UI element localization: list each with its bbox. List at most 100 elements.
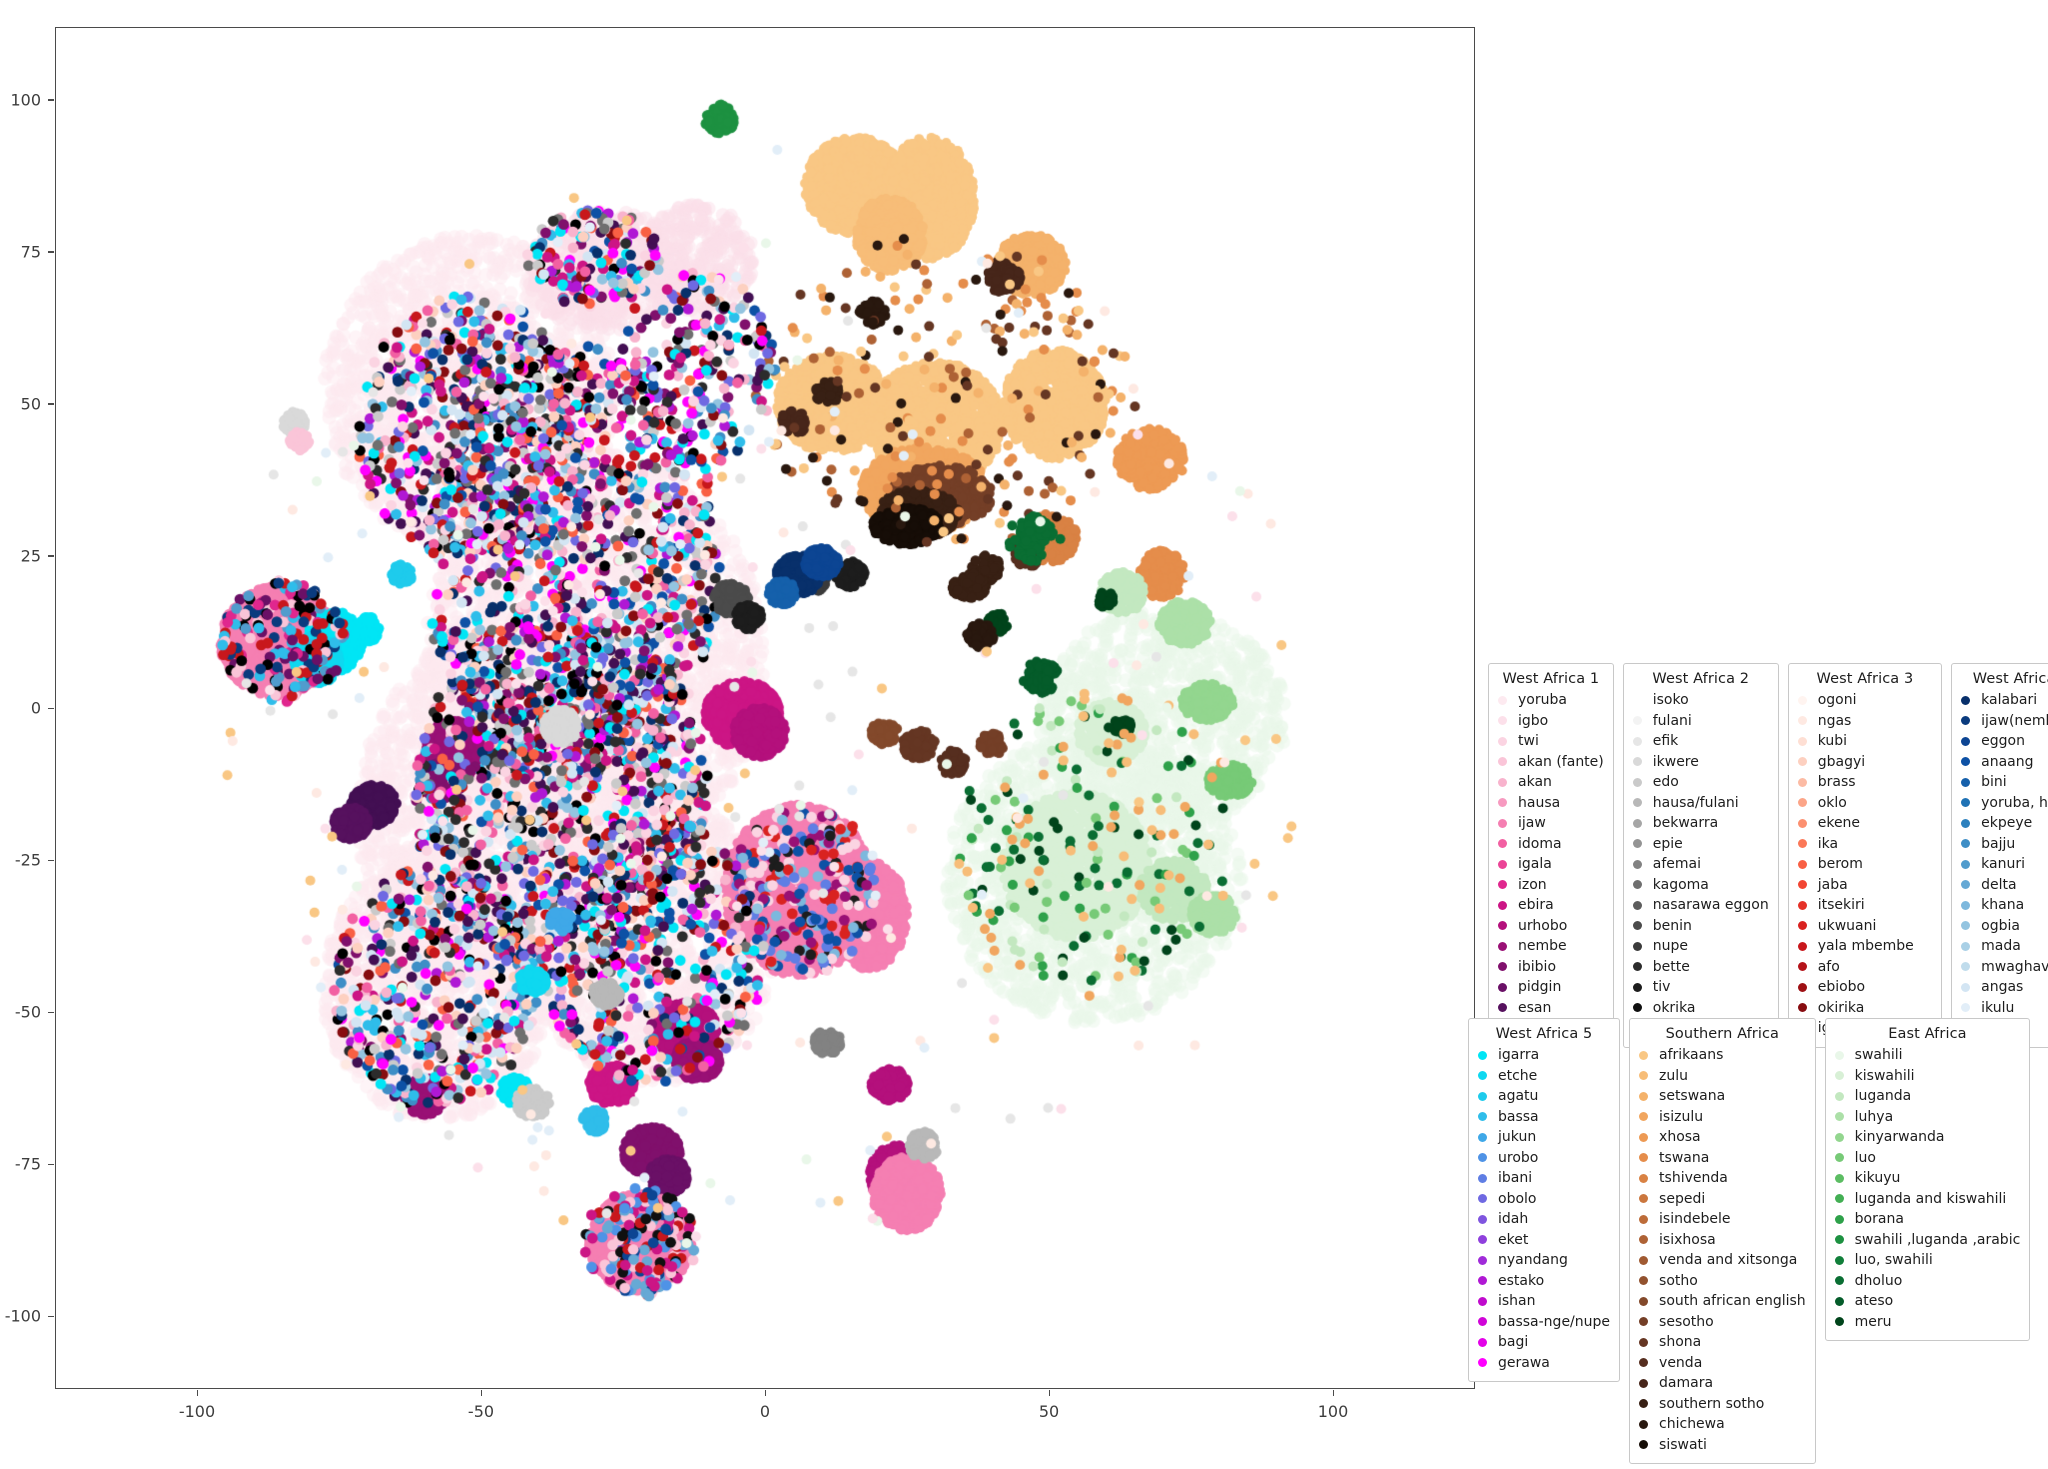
legend-item[interactable]: agatu [1478,1086,1610,1107]
legend-item[interactable]: fulani [1632,711,1769,732]
legend-item[interactable]: nembe [1498,936,1604,957]
legend-item[interactable]: ikwere [1632,752,1769,773]
legend-item[interactable]: setswana [1639,1086,1806,1107]
legend-item[interactable]: estako [1478,1271,1610,1292]
legend-item[interactable]: swahili [1834,1045,2021,1066]
legend-item[interactable]: igala [1498,854,1604,875]
legend-item[interactable]: southern sotho [1639,1394,1806,1415]
legend-item[interactable]: ogbia [1961,916,2048,937]
legend-item[interactable]: angas [1961,977,2048,998]
legend-item[interactable]: south african english [1639,1291,1806,1312]
legend-item[interactable]: venda [1639,1353,1806,1374]
legend-item[interactable]: venda and xitsonga [1639,1250,1806,1271]
legend-item[interactable]: swahili ,luganda ,arabic [1834,1230,2020,1251]
legend-item[interactable]: ngas [1797,711,1932,732]
legend-item[interactable]: borana [1834,1209,2021,1230]
legend-item[interactable]: benin [1632,916,1769,937]
legend-item[interactable]: kubi [1797,731,1932,752]
legend-item[interactable]: nasarawa eggon [1632,895,1769,916]
legend-item[interactable]: nyandang [1478,1250,1610,1271]
legend-item[interactable]: ishan [1478,1291,1610,1312]
legend-item[interactable]: gbagyi [1797,752,1932,773]
legend-item[interactable]: jaba [1797,875,1932,896]
legend-item[interactable]: yoruba [1498,690,1604,711]
legend-item[interactable]: sepedi [1639,1189,1806,1210]
legend-item[interactable]: zulu [1639,1066,1806,1087]
legend-item[interactable]: mada [1961,936,2048,957]
legend-item[interactable]: chichewa [1639,1414,1806,1435]
legend-item[interactable]: twi [1498,731,1604,752]
legend-item[interactable]: isizulu [1639,1107,1806,1128]
legend-item[interactable]: ikulu [1961,998,2048,1019]
legend-item[interactable]: itsekiri [1797,895,1932,916]
legend-item[interactable]: luganda and kiswahili [1834,1189,2021,1210]
legend-item[interactable]: hausa [1498,793,1604,814]
legend-item[interactable]: luo [1834,1148,2021,1169]
legend-item[interactable]: etche [1478,1066,1610,1087]
legend-item[interactable]: sotho [1639,1271,1806,1292]
legend-item[interactable]: igbo [1498,711,1604,732]
legend-item[interactable]: afemai [1632,854,1769,875]
legend-item[interactable]: bette [1632,957,1769,978]
legend-item[interactable]: gerawa [1478,1353,1610,1374]
legend-item[interactable]: eggon [1961,731,2048,752]
legend-item[interactable]: sesotho [1639,1312,1806,1333]
legend-item[interactable]: ebira [1498,895,1604,916]
legend-item[interactable]: bini [1961,772,2048,793]
legend-item[interactable]: tiv [1632,977,1769,998]
legend-item[interactable]: xhosa [1639,1127,1806,1148]
legend-item[interactable]: afrikaans [1639,1045,1806,1066]
legend-item[interactable]: isoko [1632,690,1769,711]
legend-item[interactable]: esan [1498,998,1604,1019]
legend-item[interactable]: akan [1498,772,1604,793]
legend-item[interactable]: kiswahili [1834,1066,2021,1087]
legend-item[interactable]: ijaw [1498,813,1604,834]
legend-item[interactable]: bagi [1478,1332,1610,1353]
legend-item[interactable]: kikuyu [1834,1168,2021,1189]
legend-item[interactable]: bassa [1478,1107,1610,1128]
legend-item[interactable]: delta [1961,875,2048,896]
legend-item[interactable]: obolo [1478,1189,1610,1210]
legend-item[interactable]: luhya [1834,1107,2021,1128]
legend-item[interactable]: nupe [1632,936,1769,957]
legend-item[interactable]: ibibio [1498,957,1604,978]
legend-item[interactable]: kinyarwanda [1834,1127,2021,1148]
legend-item[interactable]: okrika [1632,998,1769,1019]
legend-item[interactable]: ekene [1797,813,1932,834]
legend-item[interactable]: urhobo [1498,916,1604,937]
legend-item[interactable]: shona [1639,1332,1806,1353]
legend-item[interactable]: oklo [1797,793,1932,814]
legend-item[interactable]: ukwuani [1797,916,1932,937]
legend-item[interactable]: isixhosa [1639,1230,1806,1251]
legend-item[interactable]: siswati [1639,1435,1806,1456]
legend-item[interactable]: epie [1632,834,1769,855]
legend-item[interactable]: pidgin [1498,977,1604,998]
legend-item[interactable]: jukun [1478,1127,1610,1148]
legend-item[interactable]: berom [1797,854,1932,875]
legend-item[interactable]: ekpeye [1961,813,2048,834]
legend-item[interactable]: ijaw(nembe) [1961,711,2048,732]
legend-item[interactable]: izon [1498,875,1604,896]
legend-item[interactable]: ibani [1478,1168,1610,1189]
legend-item[interactable]: igarra [1478,1045,1610,1066]
legend-item[interactable]: urobo [1478,1148,1610,1169]
legend-item[interactable]: tswana [1639,1148,1806,1169]
legend-item[interactable]: ateso [1834,1291,2021,1312]
legend-item[interactable]: anaang [1961,752,2048,773]
legend-item[interactable]: idah [1478,1209,1610,1230]
legend-item[interactable]: damara [1639,1373,1806,1394]
legend-item[interactable]: akan (fante) [1498,752,1604,773]
legend-item[interactable]: edo [1632,772,1769,793]
legend-item[interactable]: ebiobo [1797,977,1932,998]
legend-item[interactable]: ogoni [1797,690,1932,711]
legend-item[interactable]: yoruba, hausa [1961,793,2048,814]
legend-item[interactable]: tshivenda [1639,1168,1806,1189]
legend-item[interactable]: isindebele [1639,1209,1806,1230]
legend-item[interactable]: luo, swahili [1834,1250,2021,1271]
legend-item[interactable]: afo [1797,957,1932,978]
legend-item[interactable]: idoma [1498,834,1604,855]
legend-item[interactable]: dholuo [1834,1271,2021,1292]
legend-item[interactable]: okirika [1797,998,1932,1019]
legend-item[interactable]: bajju [1961,834,2048,855]
legend-item[interactable]: hausa/fulani [1632,793,1769,814]
